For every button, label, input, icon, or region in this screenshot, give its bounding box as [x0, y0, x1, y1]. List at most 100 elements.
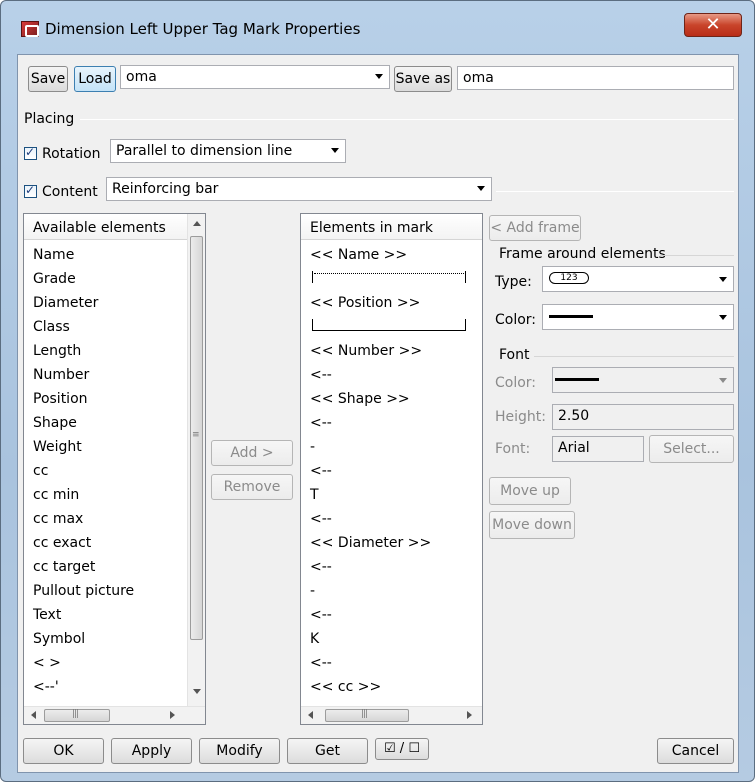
apply-button[interactable]: Apply: [111, 738, 192, 764]
list-item[interactable]: Text: [33, 607, 61, 623]
list-item[interactable]: << Name >>: [310, 247, 407, 263]
list-item[interactable]: Number: [33, 367, 89, 383]
scroll-down-icon[interactable]: [193, 689, 201, 694]
load-settings-dropdown[interactable]: oma: [120, 65, 390, 89]
add-element-button[interactable]: Add >: [211, 440, 293, 466]
list-item[interactable]: Position: [33, 391, 88, 407]
list-item[interactable]: <--: [310, 559, 332, 575]
list-item[interactable]: <--: [310, 463, 332, 479]
move-down-button[interactable]: Move down: [489, 511, 575, 539]
modify-button[interactable]: Modify: [199, 738, 280, 764]
list-item[interactable]: cc exact: [33, 535, 91, 551]
list-item[interactable]: Shape: [33, 415, 77, 431]
list-item[interactable]: <--: [310, 367, 332, 383]
list-item[interactable]: cc target: [33, 559, 95, 575]
rotation-label: Rotation: [42, 146, 101, 162]
scroll-left-icon[interactable]: [308, 711, 313, 719]
chevron-down-icon: [719, 277, 727, 282]
rotation-checkbox[interactable]: [24, 145, 37, 160]
move-up-button[interactable]: Move up: [489, 477, 571, 505]
list-item[interactable]: K: [310, 631, 319, 647]
list-item[interactable]: Weight: [33, 439, 82, 455]
frame-group-label: Frame around elements: [499, 246, 666, 262]
list-item[interactable]: -: [310, 583, 315, 599]
list-item[interactable]: Symbol: [33, 631, 85, 647]
grip-icon: ≡: [192, 430, 199, 440]
solid-line-element[interactable]: [312, 319, 466, 331]
remove-element-button[interactable]: Remove: [211, 474, 293, 500]
list-item[interactable]: cc min: [33, 487, 79, 503]
horizontal-scrollbar[interactable]: |||: [301, 706, 482, 724]
font-group-border: [534, 356, 734, 357]
font-color-dropdown[interactable]: [552, 367, 734, 393]
dotted-line-element[interactable]: [312, 271, 466, 283]
list-item[interactable]: << Diameter >>: [310, 535, 431, 551]
frame-type-sample: 123: [549, 272, 589, 284]
frame-type-label: Type:: [495, 274, 532, 290]
list-item[interactable]: Class: [33, 319, 70, 335]
get-button[interactable]: Get: [287, 738, 368, 764]
cancel-button[interactable]: Cancel: [657, 738, 734, 764]
list-item[interactable]: <--: [310, 655, 332, 671]
elements-in-mark-list[interactable]: Elements in mark << Name >> << Position …: [300, 213, 483, 725]
list-item[interactable]: Diameter: [33, 295, 98, 311]
list-item[interactable]: << Number >>: [310, 343, 422, 359]
title-bar[interactable]: Dimension Left Upper Tag Mark Properties…: [1, 1, 754, 43]
list-item[interactable]: Name: [33, 247, 74, 263]
scroll-right-icon[interactable]: [170, 711, 175, 719]
list-item[interactable]: << cc >>: [310, 679, 381, 695]
frame-type-dropdown[interactable]: 123: [542, 266, 734, 292]
list-item[interactable]: <--': [33, 679, 59, 695]
list-item[interactable]: < >: [33, 655, 61, 671]
frame-color-dropdown[interactable]: [542, 304, 734, 330]
font-group-label: Font: [499, 347, 530, 363]
font-color-sample: [555, 378, 599, 381]
list-item[interactable]: <--: [310, 607, 332, 623]
list-item[interactable]: <--: [310, 415, 332, 431]
list-item[interactable]: Length: [33, 343, 81, 359]
list-item[interactable]: Grade: [33, 271, 76, 287]
list-item[interactable]: << Shape >>: [310, 391, 410, 407]
font-select-button[interactable]: Select...: [649, 435, 734, 463]
scroll-left-icon[interactable]: [31, 711, 36, 719]
font-name-label: Font:: [495, 441, 531, 457]
add-frame-button[interactable]: < Add frame: [489, 215, 581, 241]
content-label: Content: [42, 184, 98, 200]
font-height-input[interactable]: 2.50: [552, 404, 734, 430]
chevron-down-icon: [331, 148, 339, 153]
list-item[interactable]: cc: [33, 463, 48, 479]
grip-icon: |||: [361, 709, 368, 719]
scroll-up-icon[interactable]: [193, 221, 201, 226]
grip-icon: |||: [72, 709, 79, 719]
font-name-field: Arial: [552, 436, 644, 462]
save-as-button[interactable]: Save as: [394, 66, 452, 92]
save-button[interactable]: Save: [28, 66, 68, 92]
available-elements-header: Available elements: [24, 214, 187, 240]
list-item[interactable]: << Position >>: [310, 295, 420, 311]
content-separator: [496, 191, 734, 192]
toggle-all-checkboxes-button[interactable]: ☑ / ☐: [375, 738, 429, 760]
chevron-down-icon: [375, 74, 383, 79]
app-icon: [21, 21, 39, 37]
ok-button[interactable]: OK: [23, 738, 104, 764]
list-item[interactable]: Pullout picture: [33, 583, 134, 599]
list-item[interactable]: T: [310, 487, 319, 503]
frame-group-border: [660, 255, 734, 256]
content-dropdown[interactable]: Reinforcing bar: [106, 177, 492, 201]
frame-color-sample: [549, 315, 593, 318]
font-color-label: Color:: [495, 375, 537, 391]
vertical-scrollbar[interactable]: ≡: [187, 214, 205, 706]
rotation-value: Parallel to dimension line: [116, 143, 293, 159]
list-item[interactable]: cc max: [33, 511, 83, 527]
available-elements-list[interactable]: Available elements Name Grade Diameter C…: [23, 213, 206, 725]
load-button[interactable]: Load: [74, 66, 116, 92]
list-item[interactable]: <--: [310, 511, 332, 527]
save-as-input[interactable]: oma: [457, 66, 734, 90]
content-checkbox[interactable]: [24, 183, 37, 198]
close-button[interactable]: ✕: [684, 13, 742, 37]
horizontal-scrollbar[interactable]: |||: [24, 706, 205, 724]
content-value: Reinforcing bar: [112, 181, 219, 197]
list-item[interactable]: -: [310, 439, 315, 455]
scroll-right-icon[interactable]: [467, 711, 472, 719]
rotation-dropdown[interactable]: Parallel to dimension line: [110, 139, 346, 163]
